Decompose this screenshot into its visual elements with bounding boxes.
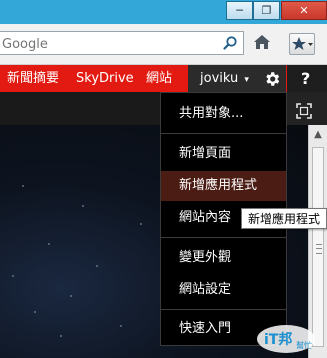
- ithome-watermark-logo: iT邦 幫忙: [256, 324, 316, 354]
- menu-item-site-settings[interactable]: 網站設定: [161, 275, 286, 305]
- menu-item-share-with[interactable]: 共用對象...: [161, 99, 286, 129]
- suite-link-sites[interactable]: 網站: [146, 65, 172, 92]
- help-icon: ?: [301, 69, 311, 88]
- home-icon[interactable]: [252, 32, 272, 56]
- favorites-star-icon[interactable]: [289, 33, 315, 55]
- focus-on-content-icon[interactable]: [296, 103, 312, 123]
- address-box: [0, 31, 244, 56]
- suite-bar: 新聞摘要 SkyDrive 網站 joviku ▾ ?: [0, 65, 327, 92]
- search-icon[interactable]: [222, 35, 238, 55]
- svg-text:iT邦: iT邦: [264, 331, 292, 348]
- svg-text:幫忙: 幫忙: [296, 340, 312, 350]
- settings-button[interactable]: [258, 65, 286, 92]
- menu-separator: [161, 237, 286, 238]
- menu-item-add-app[interactable]: 新增應用程式: [161, 171, 286, 201]
- user-menu-button[interactable]: joviku ▾: [188, 65, 258, 92]
- menu-item-change-look[interactable]: 變更外觀: [161, 243, 286, 273]
- window-title-bar: ─ ❐ ✕: [0, 0, 327, 24]
- browser-toolbar: [0, 24, 327, 65]
- close-button[interactable]: ✕: [281, 1, 327, 20]
- menu-separator: [161, 309, 286, 310]
- menu-separator: [161, 133, 286, 134]
- scroll-up-arrow-icon[interactable]: ▲: [311, 129, 325, 143]
- menu-item-add-page[interactable]: 新增頁面: [161, 139, 286, 169]
- suite-link-skydrive[interactable]: SkyDrive: [76, 65, 134, 92]
- ribbon-left-area: [0, 92, 160, 125]
- minimize-button[interactable]: ─: [226, 1, 253, 20]
- chevron-down-icon: ▾: [244, 75, 249, 85]
- grip-icon: [316, 244, 322, 254]
- scrollbar-thumb[interactable]: [312, 147, 324, 347]
- help-button[interactable]: ?: [287, 65, 327, 92]
- suite-link-newsfeed[interactable]: 新聞摘要: [7, 65, 59, 92]
- user-name: joviku: [200, 71, 239, 86]
- tooltip: 新增應用程式: [241, 208, 327, 229]
- address-input[interactable]: [0, 32, 224, 56]
- maximize-button[interactable]: ❐: [253, 1, 280, 20]
